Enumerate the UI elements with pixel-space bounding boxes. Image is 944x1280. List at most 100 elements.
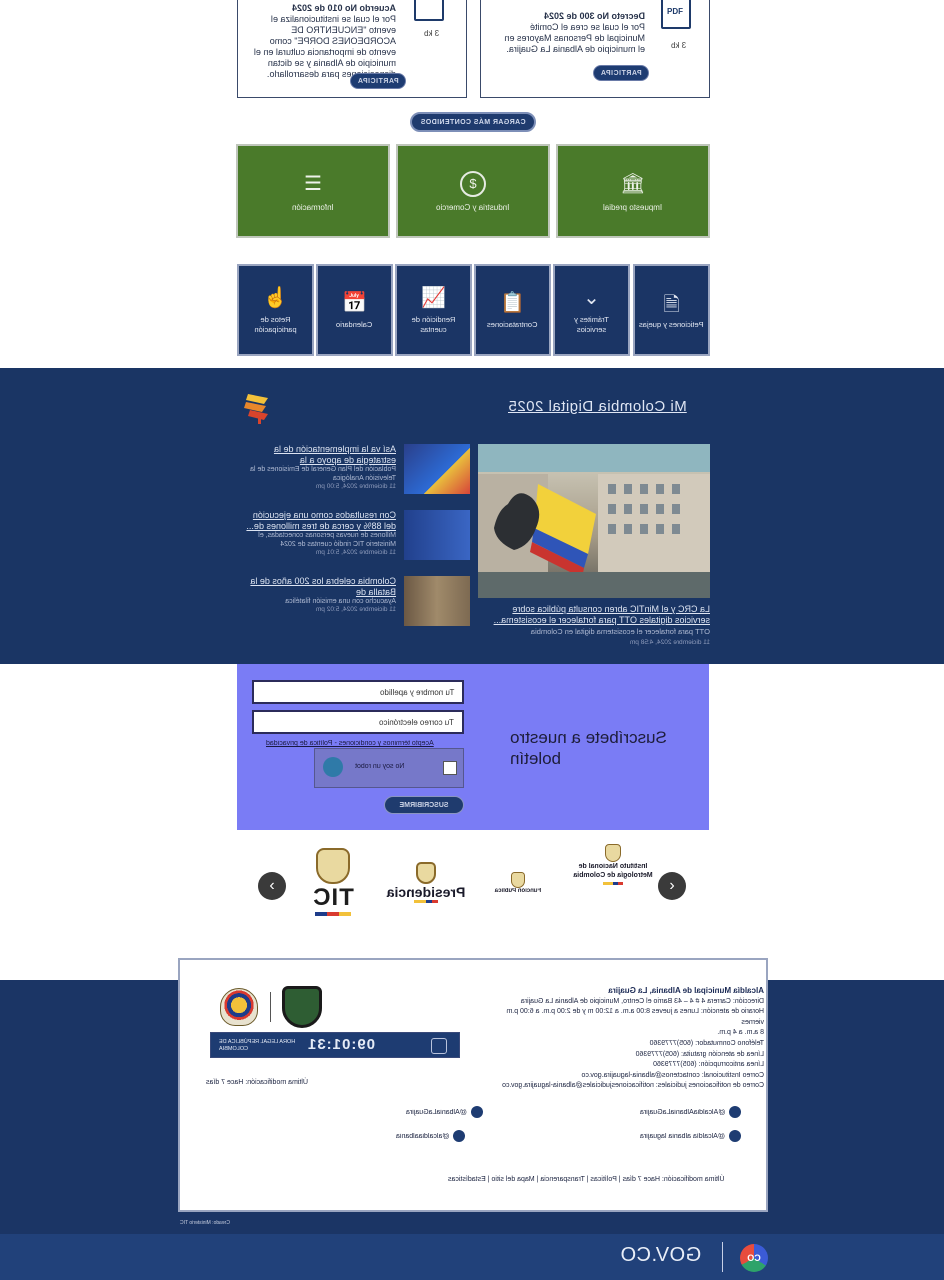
captcha-checkbox[interactable] [443, 761, 457, 775]
tile-calendario[interactable]: 📅 Calendario [316, 264, 393, 356]
tile-industria-comercio[interactable]: $ Industria y Comercio [396, 144, 550, 238]
news-title[interactable]: Con resultados como una ejecución del 88… [240, 510, 396, 531]
gov-co-bar [0, 1234, 944, 1280]
subscribe-button[interactable]: SUSCRIBIRME [384, 796, 464, 814]
partner-presidencia-logo[interactable]: Presidencia [384, 862, 468, 903]
document-size: 3 kb [424, 29, 440, 38]
terms-checkbox-label[interactable]: Acepto términos y condiciones - Política… [266, 740, 434, 747]
news-title[interactable]: Así va la implementación de la estrategi… [240, 444, 396, 465]
footer-entity-name: Alcaldía Municipal de Albania, La Guajir… [608, 986, 764, 995]
tile-label: Retos de participación [254, 315, 297, 334]
social-link-twitter[interactable]: @AlbaniaLaGuajira [406, 1106, 483, 1118]
news-section-title[interactable]: Mi Colombia Digital 2025 [508, 398, 687, 415]
twitter-icon [470, 1106, 483, 1118]
captcha-widget[interactable]: No soy un robot [314, 748, 464, 788]
email-input-placeholder: Tu correo electrónico [379, 717, 454, 727]
carousel-next-arrow[interactable]: › [658, 872, 686, 900]
tile-retos-participacion[interactable]: ☝ Retos de participación [237, 264, 314, 356]
shield-icon [605, 844, 621, 862]
dollar-icon: $ [460, 170, 486, 197]
captcha-icon [323, 757, 343, 777]
tile-label: Calendario [336, 320, 373, 329]
news-thumbnail [404, 444, 470, 494]
news-text: Así va la implementación de la estrategi… [240, 444, 396, 490]
load-more-button[interactable]: CARGAR MÁS CONTENIDOS [410, 112, 536, 132]
social-link-instagram[interactable]: @alcaldiaalbania [396, 1130, 466, 1142]
gov-co-logo[interactable]: GOV.CO [620, 1244, 701, 1267]
partner-instituto-logo[interactable]: Instituto Nacional de Metrología de Colo… [566, 844, 660, 885]
tile-label: Impuesto predial [603, 202, 663, 212]
news-date: 11 diciembre 2024, 5:00 pm [315, 483, 396, 490]
news-item[interactable]: Con resultados como una ejecución del 88… [238, 510, 470, 562]
legal-time-clock: 09:01:31 HORA LEGAL REPÚBLICA DE COLOMBI… [210, 1032, 460, 1058]
document-title: Acuerdo No 010 de 2024 [291, 3, 396, 13]
gov-bar-separator [722, 1242, 723, 1272]
logo-separator [270, 992, 271, 1022]
news-hero-text[interactable]: La CRC y el MinTIC abren consulta públic… [484, 604, 710, 648]
news-thumbnail [404, 510, 470, 560]
document-text: Acuerdo No 010 de 2024 Por el cual se in… [246, 3, 396, 80]
footer-links[interactable]: Última modificación: Hace 7 días | Polít… [448, 1176, 725, 1183]
name-input[interactable]: Tu nombre y apellido [252, 680, 464, 704]
facebook-icon [729, 1106, 742, 1118]
document-title: Decreto No 300 de 2024 [543, 11, 645, 21]
tile-tramites-servicios[interactable]: ⌄ Trámites y servicios [553, 264, 630, 356]
tile-label: Peticiones y quejas [639, 320, 704, 329]
chart-icon: 📈 [421, 287, 446, 309]
news-hero-title[interactable]: La CRC y el MinTIC abren consulta públic… [484, 604, 710, 626]
partner-presidencia-text: Presidencia [386, 884, 466, 900]
social-handle: @AlbaniaLaGuajira [406, 1108, 467, 1116]
partner-instituto-text: Instituto Nacional de Metrología de Colo… [573, 863, 653, 879]
social-link-facebook[interactable]: @AlcaldiaAlbaniaLaGuajira [640, 1106, 742, 1118]
tile-informacion[interactable]: ☰ Información [236, 144, 390, 238]
tile-label: Información [292, 202, 334, 212]
news-item[interactable]: Colombia celebra los 200 años de la Bata… [238, 576, 470, 628]
file-icon: 🗎 [663, 294, 680, 316]
partner-tic-bar [315, 912, 351, 916]
shield-icon [416, 862, 436, 884]
shield-icon [316, 848, 350, 884]
instagram-icon [453, 1130, 466, 1142]
footer-line[interactable]: Correo Institucional: contactenos@albani… [486, 1071, 764, 1082]
news-thumbnail [404, 576, 470, 626]
document-card-1: Acuerdo No 010 de 2024 Por el cual se in… [237, 0, 467, 98]
document-size: 3 kb [671, 41, 687, 50]
participa-button[interactable]: PARTICIPA [350, 73, 406, 89]
email-input[interactable]: Tu correo electrónico [252, 710, 464, 734]
tile-contrataciones[interactable]: 📋 Contrataciones [474, 264, 551, 356]
carousel-prev-arrow[interactable]: ‹ [258, 872, 286, 900]
news-summary: Población del Plan General de Emisiones … [250, 466, 396, 482]
partner-tic-text: TIC [312, 884, 354, 911]
tile-impuesto-predial[interactable]: 🏛 Impuesto predial [556, 144, 710, 238]
tile-label: Rendición de cuentas [411, 315, 456, 334]
footer-line[interactable]: Correo de notificaciones judiciales: not… [486, 1081, 764, 1092]
news-date: 11 diciembre 2024, 5:02 pm [315, 606, 396, 613]
tile-peticiones-quejas[interactable]: 🗎 Peticiones y quejas [633, 264, 710, 356]
social-link-youtube[interactable]: @Alcaldía albania laguajira [640, 1130, 741, 1142]
partner-sector-text: Función Pública [494, 888, 542, 894]
news-title[interactable]: Colombia celebra los 200 años de la Bata… [240, 576, 396, 597]
document-text: Decreto No 300 de 2024 Por el cual se cr… [495, 11, 645, 55]
footer-line: Teléfono Conmutador: (605)7779360 [649, 1039, 764, 1047]
news-item[interactable]: Así va la implementación de la estrategi… [238, 444, 470, 496]
news-hero-summary: OTT para fortalecer el ecosistema digita… [530, 627, 710, 636]
name-input-placeholder: Tu nombre y apellido [379, 687, 454, 697]
municipal-shield-logo [282, 986, 322, 1028]
footer-line: Dirección: Carrera 4 # 4 – 43 Barrio el … [520, 997, 764, 1005]
news-text: Colombia celebra los 200 años de la Bata… [240, 576, 396, 613]
tile-rendicion-cuentas[interactable]: 📈 Rendición de cuentas [395, 264, 472, 356]
footer-line: 8 a.m. a 4 p.m. [717, 1029, 764, 1037]
document-body: Por el cual se crea el Comité Municipal … [504, 22, 645, 54]
co-badge-icon[interactable]: CO [740, 1244, 768, 1272]
shield-icon [511, 872, 525, 888]
participa-button[interactable]: PARTICIPA [593, 65, 649, 81]
partner-sector-logo[interactable]: Función Pública [486, 872, 550, 894]
calendar-icon: 📅 [342, 292, 367, 314]
tile-label: Contrataciones [487, 320, 538, 329]
pdf-icon: PDF [661, 0, 691, 29]
pdf-icon: PDF [414, 0, 444, 21]
news-text: Con resultados como una ejecución del 88… [240, 510, 396, 556]
partner-tic-logo[interactable]: TIC [306, 848, 360, 916]
partner-instituto-bar [603, 882, 623, 885]
news-hero-image[interactable] [478, 444, 710, 598]
